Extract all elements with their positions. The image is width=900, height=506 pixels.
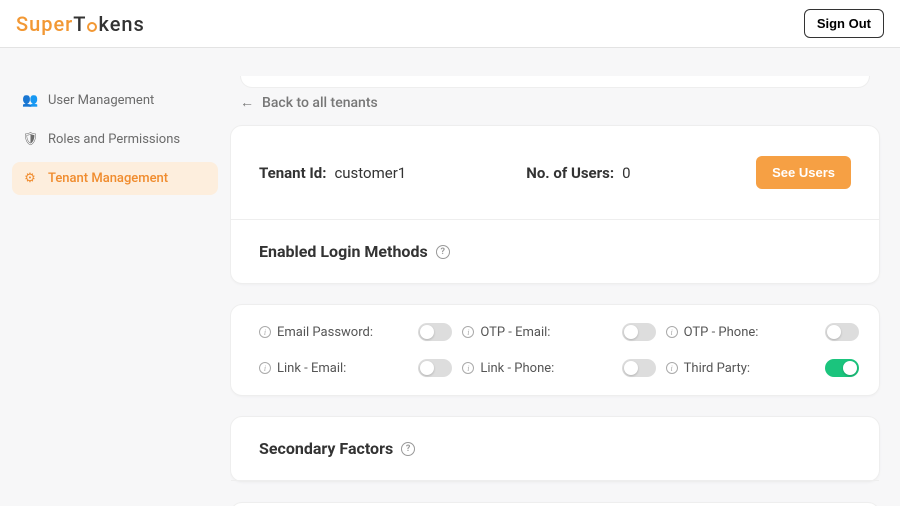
sidebar: 👥 User Management 🛡 Roles and Permission… — [0, 48, 230, 506]
users-icon: 👥 — [22, 93, 38, 108]
back-to-tenants-link[interactable]: ← Back to all tenants — [240, 94, 880, 111]
info-icon[interactable]: i — [259, 326, 271, 338]
info-icon[interactable]: i — [666, 362, 678, 374]
main-content: ← Back to all tenants Tenant Id: custome… — [230, 48, 900, 506]
sidebar-item-user-management[interactable]: 👥 User Management — [12, 84, 218, 117]
login-methods-title: Enabled Login Methods — [259, 242, 428, 261]
info-icon[interactable]: i — [462, 326, 474, 338]
secondary-factors-title: Secondary Factors — [259, 439, 393, 458]
help-icon[interactable]: ? — [436, 245, 450, 259]
tenant-summary-card: Tenant Id: customer1 No. of Users: 0 See… — [230, 125, 880, 284]
sidebar-item-tenant-management[interactable]: ⚙ Tenant Management — [12, 162, 218, 195]
toggle-email-password[interactable] — [418, 323, 452, 341]
users-count-label: No. of Users: — [526, 164, 614, 182]
toggle-otp-phone[interactable] — [825, 323, 859, 341]
toggle-label: Third Party: — [684, 361, 819, 376]
toggle-label: OTP - Email: — [480, 325, 615, 340]
secondary-factors-toggles-card: iTOTP:iOTP - Email:iOTP - Phone: — [230, 502, 880, 506]
info-icon[interactable]: i — [259, 362, 271, 374]
toggle-row-third-party: i Third Party: — [666, 359, 859, 377]
users-count-value: 0 — [622, 164, 630, 182]
secondary-factors-card: Secondary Factors ? — [230, 416, 880, 482]
logo-kens: kens — [98, 12, 144, 36]
sidebar-item-label: Roles and Permissions — [48, 132, 180, 147]
toggle-otp-email[interactable] — [622, 323, 656, 341]
toggle-knob — [420, 361, 434, 375]
shield-icon: 🛡 — [22, 132, 38, 147]
logo-t: T — [73, 12, 86, 36]
sidebar-item-label: Tenant Management — [48, 171, 168, 186]
toggle-row-otp-phone: i OTP - Phone: — [666, 323, 859, 341]
toggle-knob — [827, 325, 841, 339]
previous-card-stub — [240, 76, 870, 88]
toggle-link-email[interactable] — [418, 359, 452, 377]
sidebar-item-label: User Management — [48, 93, 154, 108]
signout-button[interactable]: Sign Out — [804, 9, 884, 38]
toggle-label: Link - Phone: — [480, 361, 615, 376]
toggle-row-link-phone: i Link - Phone: — [462, 359, 655, 377]
login-methods-card: i Email Password: i OTP - Email: i OTP - Phon… — [230, 304, 880, 396]
help-icon[interactable]: ? — [401, 442, 415, 456]
toggle-label: Link - Email: — [277, 361, 412, 376]
toggle-label: Email Password: — [277, 325, 412, 340]
logo-dot-icon — [87, 22, 97, 32]
tenant-icon: ⚙ — [22, 171, 38, 186]
sidebar-item-roles-permissions[interactable]: 🛡 Roles and Permissions — [12, 123, 218, 156]
toggle-knob — [843, 361, 857, 375]
info-icon[interactable]: i — [666, 326, 678, 338]
logo-super: Super — [16, 12, 73, 36]
toggle-row-otp-email: i OTP - Email: — [462, 323, 655, 341]
toggle-row-email-password: i Email Password: — [259, 323, 452, 341]
back-label: Back to all tenants — [262, 95, 378, 111]
logo: Super T kens — [16, 12, 145, 36]
toggle-knob — [420, 325, 434, 339]
see-users-button[interactable]: See Users — [756, 156, 851, 189]
toggle-row-link-email: i Link - Email: — [259, 359, 452, 377]
tenant-id-value: customer1 — [334, 164, 406, 182]
toggle-link-phone[interactable] — [622, 359, 656, 377]
tenant-id-label: Tenant Id: — [259, 164, 326, 182]
toggle-third-party[interactable] — [825, 359, 859, 377]
info-icon[interactable]: i — [462, 362, 474, 374]
toggle-label: OTP - Phone: — [684, 325, 819, 340]
toggle-knob — [624, 361, 638, 375]
toggle-knob — [624, 325, 638, 339]
arrow-left-icon: ← — [240, 94, 254, 111]
